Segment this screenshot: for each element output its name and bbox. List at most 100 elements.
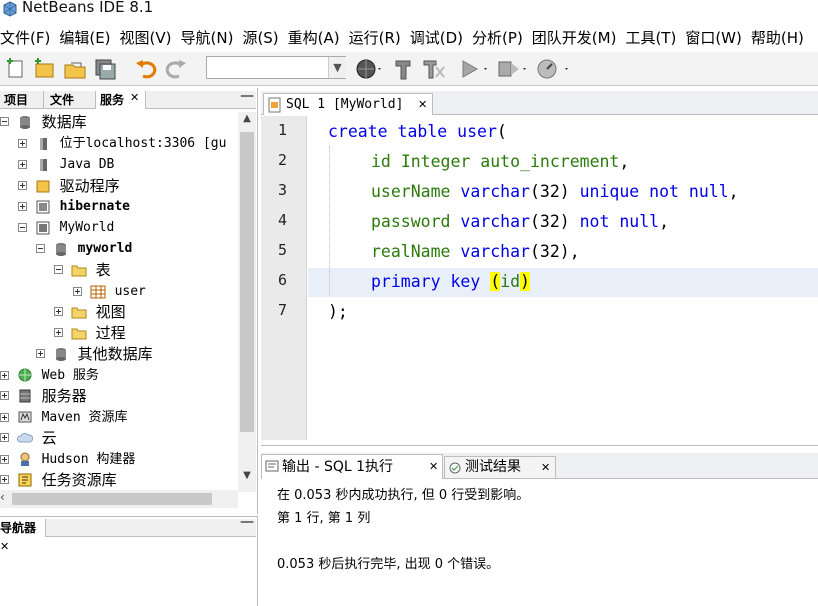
menu-tools[interactable]: 工具(T) — [625, 27, 676, 48]
output-line: 第 1 行, 第 1 列 — [277, 511, 371, 526]
line-number: 7 — [277, 301, 287, 319]
tree-node-javadb[interactable]: Java DB — [18, 154, 114, 174]
chevron-down-icon[interactable]: ▼ — [238, 470, 256, 488]
close-icon[interactable]: ✕ — [429, 455, 438, 479]
tab-files[interactable]: 文件 — [46, 91, 96, 109]
expand-icon[interactable] — [0, 412, 9, 422]
redo-button[interactable] — [164, 57, 188, 81]
chevron-up-icon[interactable]: ▲ — [238, 113, 256, 129]
expand-icon[interactable] — [18, 202, 27, 211]
collapse-icon[interactable] — [54, 265, 63, 274]
tree-node-myworld-connection[interactable]: MyWorld — [18, 217, 114, 237]
menu-source[interactable]: 源(S) — [242, 27, 278, 48]
open-project-button[interactable] — [63, 57, 87, 81]
tree-node-procedures[interactable]: 过程 — [54, 322, 126, 342]
menu-navigate[interactable]: 导航(N) — [181, 27, 234, 48]
expand-icon[interactable] — [18, 139, 27, 148]
minimize-icon[interactable]: — — [240, 514, 254, 530]
undo-button[interactable] — [134, 57, 158, 81]
tab-test-results[interactable]: 测试结果 ✕ — [444, 456, 556, 478]
tree-node-views[interactable]: 视图 — [54, 301, 126, 321]
profile-button[interactable] — [535, 57, 573, 81]
close-icon[interactable]: ✕ — [418, 94, 427, 116]
tree-node-drivers[interactable]: 驱动程序 — [18, 175, 120, 195]
expand-icon[interactable] — [36, 349, 45, 358]
configuration-combo[interactable] — [206, 56, 346, 79]
close-icon[interactable]: ✕ — [541, 457, 550, 478]
expand-icon[interactable] — [18, 181, 27, 190]
menu-window[interactable]: 窗口(W) — [685, 27, 742, 48]
menu-profile[interactable]: 分析(P) — [472, 27, 523, 48]
menu-edit[interactable]: 编辑(E) — [59, 27, 110, 48]
build-button[interactable] — [392, 57, 416, 81]
debug-button[interactable] — [496, 57, 530, 81]
collapse-icon[interactable] — [36, 244, 45, 253]
tree-node-cloud[interactable]: 云 — [0, 427, 57, 447]
code-token: varchar — [460, 212, 530, 231]
new-file-button[interactable] — [4, 57, 28, 81]
tree-node-databases[interactable]: 数据库 — [0, 111, 87, 131]
run-button[interactable] — [458, 57, 492, 81]
tree-node-other-databases[interactable]: 其他数据库 — [36, 343, 153, 363]
expand-icon[interactable] — [54, 328, 63, 337]
tree-node-hibernate[interactable]: hibernate — [18, 196, 130, 216]
expand-icon[interactable] — [0, 454, 9, 464]
close-icon[interactable]: ✕ — [130, 91, 139, 104]
scrollbar-thumb[interactable] — [240, 132, 254, 432]
tree-node-task-repos[interactable]: 任务资源库 — [0, 469, 117, 489]
line-number: 1 — [277, 121, 287, 139]
expand-icon[interactable] — [54, 307, 63, 316]
profile-icon — [537, 59, 568, 79]
tree-node-connection[interactable]: 位于localhost:3306 [gu — [18, 133, 226, 153]
tree-node-user-table[interactable]: user — [73, 281, 146, 301]
code-token: create table — [328, 122, 458, 141]
menu-view[interactable]: 视图(V) — [120, 27, 172, 48]
expand-icon[interactable] — [0, 370, 9, 380]
new-project-button[interactable] — [32, 57, 56, 81]
tree-node-hudson[interactable]: Hudson 构建器 — [0, 448, 135, 468]
tree-label: Java DB — [59, 156, 115, 172]
close-icon[interactable]: ✕ — [0, 540, 9, 553]
connection-icon — [39, 137, 47, 150]
menu-run[interactable]: 运行(R) — [349, 27, 401, 48]
expand-icon[interactable] — [0, 391, 9, 400]
menu-file[interactable]: 文件(F) — [0, 27, 50, 48]
tree-label: 位于localhost:3306 [gu — [59, 135, 227, 151]
chevron-down-icon[interactable]: ▼ — [328, 57, 346, 78]
tree-node-maven[interactable]: Maven 资源库 — [0, 406, 128, 426]
collapse-icon[interactable] — [18, 223, 27, 232]
tab-test-results-label: 测试结果 — [465, 459, 521, 475]
code-token: user — [457, 122, 497, 141]
tree-node-tables[interactable]: 表 — [54, 259, 111, 279]
expand-icon[interactable] — [0, 433, 9, 442]
tree-label: 服务器 — [41, 386, 87, 405]
save-all-icon — [95, 59, 116, 80]
tab-projects[interactable]: 项目 — [0, 91, 44, 109]
tab-navigator[interactable]: 导航器 ✕ — [0, 519, 46, 553]
menu-help[interactable]: 帮助(H) — [751, 27, 804, 48]
left-panel-tabs: 项目 文件 服务 ✕ — — [0, 88, 256, 109]
connection-icon — [36, 221, 50, 234]
menu-team[interactable]: 团队开发(M) — [532, 27, 617, 48]
code-token: primary key — [371, 272, 491, 291]
tree-node-servers[interactable]: 服务器 — [0, 385, 87, 405]
clean-build-button[interactable] — [420, 57, 448, 81]
scrollbar-thumb[interactable] — [12, 493, 212, 505]
expand-icon[interactable] — [73, 287, 82, 296]
tree-label: hibernate — [59, 198, 131, 214]
minimize-icon[interactable]: — — [240, 88, 254, 104]
tree-node-myworld-schema[interactable]: myworld — [36, 238, 132, 258]
tree-node-web-services[interactable]: Web 服务 — [0, 364, 99, 384]
expand-icon[interactable] — [0, 475, 9, 484]
tab-sql-editor[interactable]: SQL 1 [MyWorld] ✕ — [263, 93, 433, 115]
expand-icon[interactable] — [18, 160, 27, 169]
tab-output[interactable]: 输出 - SQL 1执行 ✕ — [261, 454, 443, 479]
chevron-left-icon[interactable]: ‹ — [0, 490, 10, 504]
save-all-button[interactable] — [93, 57, 117, 81]
collapse-icon[interactable] — [0, 117, 9, 126]
menu-debug[interactable]: 调试(D) — [410, 27, 463, 48]
folder-icon — [71, 265, 87, 276]
build-target-button[interactable] — [354, 57, 384, 81]
tree-label: 视图 — [95, 302, 126, 321]
menu-refactor[interactable]: 重构(A) — [288, 27, 340, 48]
